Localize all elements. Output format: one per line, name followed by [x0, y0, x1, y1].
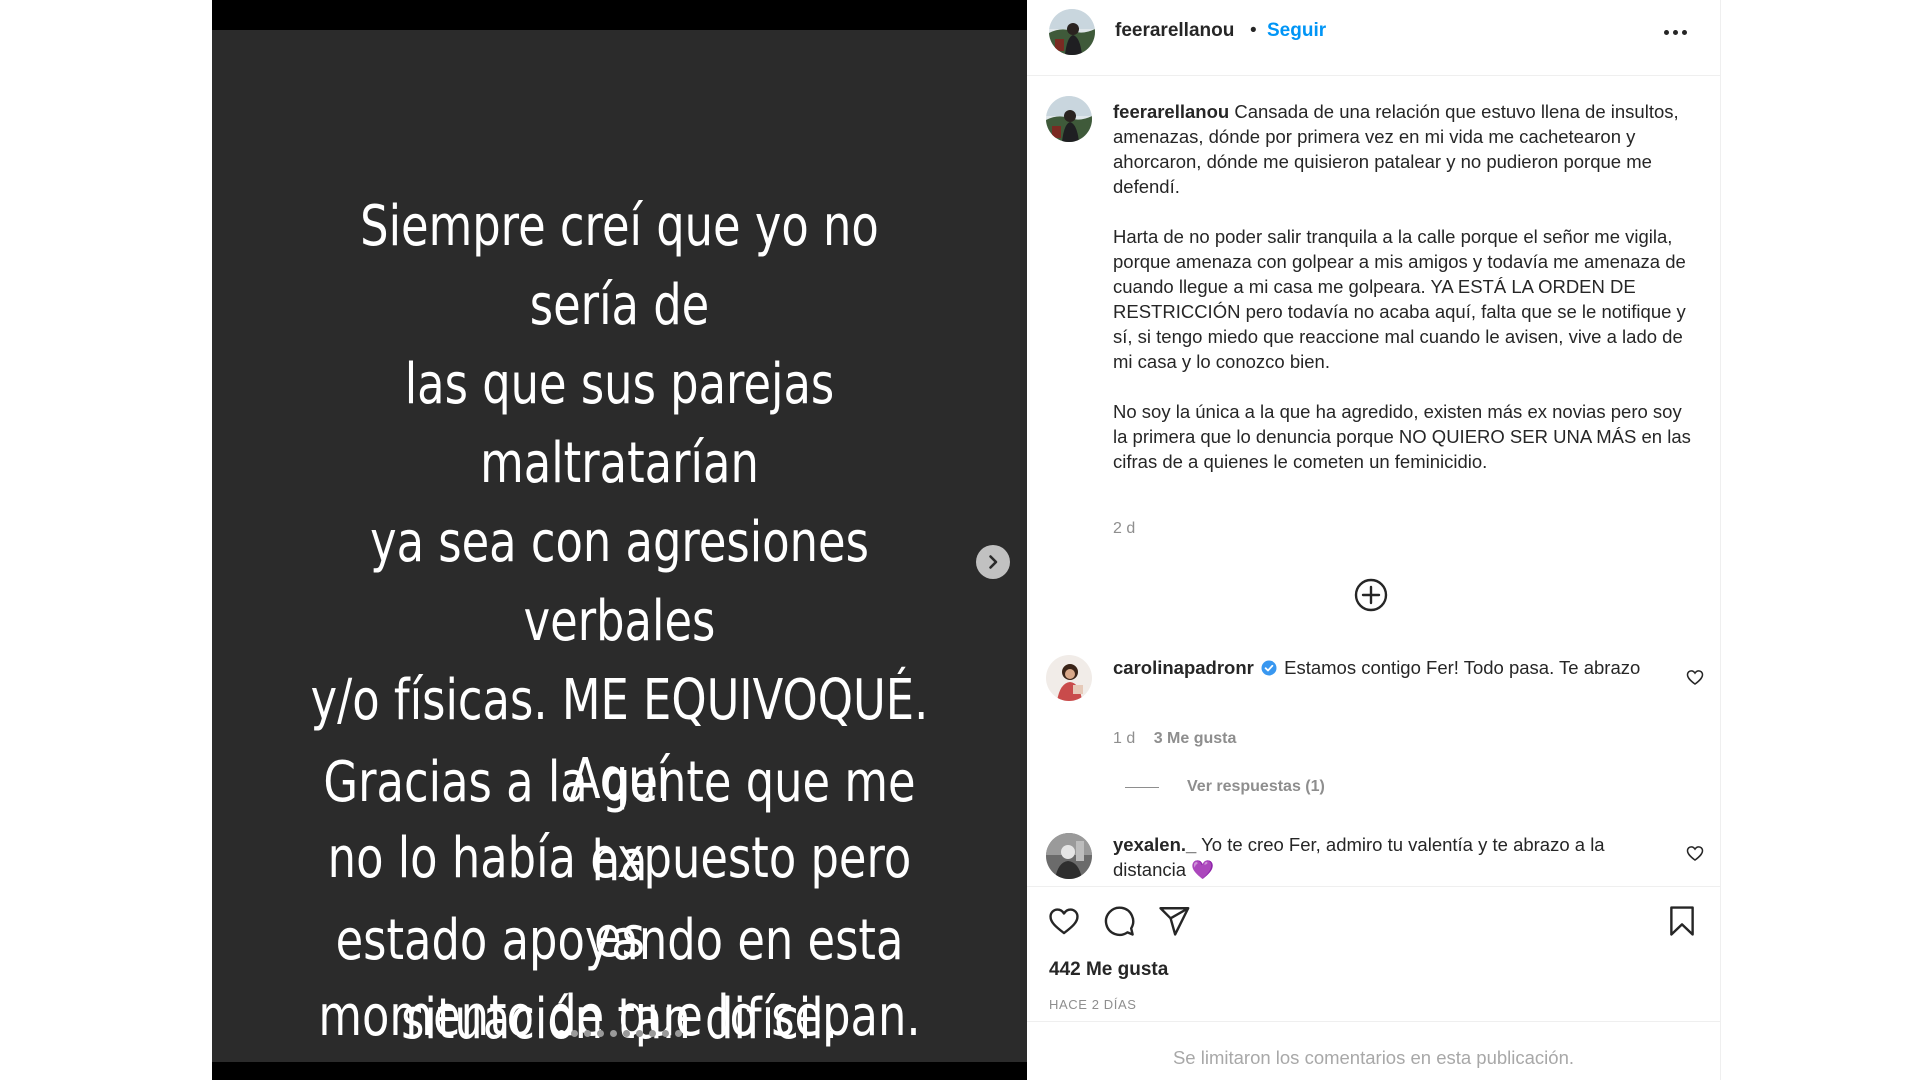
actions-divider [1027, 886, 1720, 887]
comments-limited-notice: Se limitaron los comentarios en esta pub… [1172, 1047, 1575, 1068]
slide-dot [622, 1030, 630, 1037]
comment-1: carolinapadronr Estamos contigo Fer! Tod… [1113, 655, 1653, 680]
author-avatar[interactable] [1049, 9, 1095, 55]
caption-paragraph-2: Harta de no poder salir tranquila a la c… [1113, 226, 1686, 372]
comment-username[interactable]: yexalen._ [1113, 834, 1196, 855]
more-options-icon [1663, 29, 1669, 35]
comment-bubble-icon[interactable] [1102, 904, 1136, 938]
slide-dot [583, 1030, 591, 1037]
comment-username[interactable]: carolinapadronr [1113, 657, 1254, 678]
replies-divider [1125, 786, 1159, 788]
plus-circle-icon [1354, 578, 1388, 612]
comment-avatar[interactable] [1046, 655, 1092, 701]
caption-username[interactable]: feerarellanou [1113, 101, 1229, 122]
author-username[interactable]: feerarellanou [1115, 20, 1234, 42]
header-separator: • [1250, 20, 1257, 41]
follow-button[interactable]: Seguir [1267, 20, 1326, 42]
paper-plane-icon[interactable] [1157, 904, 1191, 938]
slide-dot [661, 1030, 669, 1037]
post-media: Siempre creí que yo no sería de las que … [212, 0, 1027, 1080]
view-replies-label: Ver respuestas (1) [1187, 778, 1325, 795]
caption-timestamp[interactable]: 2 d [1113, 520, 1135, 538]
slide-dot [648, 1030, 656, 1037]
slide-indicator [212, 1030, 1027, 1037]
verified-badge-icon [1261, 660, 1277, 676]
bookmark-icon[interactable] [1665, 904, 1699, 938]
post-likes-count[interactable]: 442 Me gusta [1049, 959, 1168, 981]
slide-dot [557, 1030, 565, 1037]
slide-dot [635, 1030, 643, 1037]
slide-dot [596, 1030, 604, 1037]
comment-text: Estamos contigo Fer! Todo pasa. Te abraz… [1284, 657, 1641, 678]
comment-timestamp[interactable]: 1 d [1113, 730, 1135, 747]
caption-paragraph-3: No soy la única a la que ha agredido, ex… [1113, 401, 1691, 472]
load-more-comments-button[interactable] [1353, 577, 1389, 613]
comment-like-heart-icon[interactable] [1685, 667, 1705, 687]
story-text-paragraph-2: Gracias a la gente que me ha estado apoy… [323, 750, 916, 1052]
comment-likes-count[interactable]: 3 Me gusta [1154, 730, 1237, 747]
caption-author-avatar[interactable] [1046, 96, 1092, 142]
slide-dot [570, 1030, 578, 1037]
next-slide-button[interactable] [976, 545, 1010, 579]
comment-meta: 1 d 3 Me gusta [1113, 730, 1236, 748]
post-side-panel: feerarellanou • Seguir feerarellanou Can… [1027, 0, 1721, 1080]
heart-icon[interactable] [1047, 904, 1081, 938]
post-header: feerarellanou • Seguir [1027, 0, 1720, 76]
view-replies-button[interactable]: Ver respuestas (1) [1125, 778, 1325, 796]
story-image: Siempre creí que yo no sería de las que … [212, 30, 1027, 1062]
more-options-button[interactable] [1655, 18, 1695, 46]
post-caption: feerarellanou Cansada de una relación qu… [1113, 99, 1691, 499]
comment-avatar[interactable] [1046, 833, 1092, 879]
comment-like-heart-icon[interactable] [1685, 843, 1705, 863]
slide-dot [609, 1030, 617, 1037]
post-date[interactable]: HACE 2 DÍAS [1049, 997, 1137, 1012]
footer-divider [1027, 1021, 1720, 1022]
chevron-right-icon [989, 555, 998, 569]
slide-dot [674, 1030, 682, 1037]
comment-2: yexalen._ Yo te creo Fer, admiro tu vale… [1113, 832, 1653, 882]
caption-paragraph-1: feerarellanou Cansada de una relación qu… [1113, 99, 1691, 199]
